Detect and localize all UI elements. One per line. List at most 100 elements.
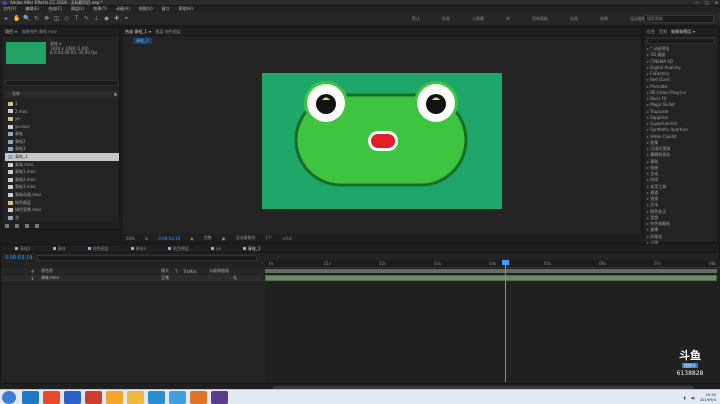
taskbar-app-icon[interactable] xyxy=(22,391,39,404)
col-trkmat[interactable]: TrkMat xyxy=(183,269,209,274)
project-item[interactable]: 青蛙2 xyxy=(5,138,119,146)
layer-mode[interactable]: 正常 xyxy=(161,275,201,281)
project-item[interactable]: 青蛙2.mov xyxy=(5,176,119,184)
delete-icon[interactable] xyxy=(35,223,39,228)
project-item[interactable]: 龙 xyxy=(5,214,119,222)
time-ruler[interactable]: 0s 01s 02s 03s 04s 05s 06s 07s 08s xyxy=(265,260,720,268)
tool-icon[interactable]: ◆ xyxy=(103,15,110,22)
taskbar-app-icon[interactable] xyxy=(85,391,102,404)
tool-icon[interactable]: ⊥ xyxy=(93,15,100,22)
timeline-tab[interactable]: 纯色图层 xyxy=(87,246,109,252)
project-item[interactable]: ye xyxy=(5,115,119,123)
project-item[interactable]: 1 xyxy=(5,100,119,108)
col-number[interactable]: # xyxy=(31,269,41,274)
sort-icon[interactable]: ▲ xyxy=(114,91,117,97)
effects-tab[interactable]: 信息 xyxy=(647,29,655,35)
viewer-tab[interactable]: 合成 青蛙_1 ≡ xyxy=(125,29,151,35)
project-item[interactable]: 青蛙1.mov xyxy=(5,168,119,176)
effects-tab[interactable]: 音频 xyxy=(659,29,667,35)
interpret-footage-icon[interactable] xyxy=(5,223,9,228)
project-item[interactable]: 青蛙3 xyxy=(5,146,119,154)
viewer-control[interactable]: ⊞ xyxy=(145,236,148,241)
viewer-control[interactable]: 1个 xyxy=(265,235,272,241)
project-item[interactable]: 纯色图层 xyxy=(5,199,119,207)
project-item[interactable]: ye.mov xyxy=(5,123,119,131)
tool-icon[interactable]: ✎ xyxy=(83,15,90,22)
viewer-control[interactable]: ◉ xyxy=(190,236,194,241)
tool-icon[interactable]: ✥ xyxy=(43,15,50,22)
work-area-bar[interactable] xyxy=(265,269,717,273)
viewer-control[interactable]: 活动摄像机 xyxy=(235,235,255,241)
viewer-control[interactable]: 0:00:03:19 xyxy=(158,236,180,241)
taskbar-app-icon[interactable] xyxy=(43,391,60,404)
playhead[interactable] xyxy=(505,260,506,382)
clock[interactable]: 10:32 2019/9/4 xyxy=(700,393,716,403)
taskbar-app-icon[interactable] xyxy=(190,391,207,404)
taskbar-app-icon[interactable] xyxy=(64,391,81,404)
workspace-tab[interactable]: 库 xyxy=(506,16,510,22)
project-item[interactable]: 青蛙.mov xyxy=(5,161,119,169)
taskbar-app-icon[interactable] xyxy=(148,391,165,404)
project-tab[interactable]: 项目 ≡ xyxy=(5,29,18,35)
timeline-track-area[interactable]: 0s 01s 02s 03s 04s 05s 06s 07s 08s xyxy=(265,260,720,382)
current-timecode[interactable]: 0:00:03:19 xyxy=(5,255,32,261)
taskbar-app-icon[interactable] xyxy=(169,391,186,404)
workspace-tab[interactable]: 效果 xyxy=(600,16,608,22)
viewer-tab[interactable]: 图层 纯色图层 xyxy=(155,29,180,35)
layer-name[interactable]: 青蛙.mov xyxy=(41,275,121,281)
taskbar-app-icon[interactable] xyxy=(127,391,144,404)
project-column-header[interactable]: 名称 ▲ xyxy=(5,91,119,97)
start-button[interactable] xyxy=(2,391,16,404)
taskbar-app-icon[interactable] xyxy=(106,391,123,404)
workspace-tab[interactable]: 默认 xyxy=(412,16,420,22)
help-search-input[interactable]: 搜索帮助 xyxy=(644,15,714,23)
tool-icon[interactable]: ✋ xyxy=(13,15,20,22)
project-item[interactable]: 青蛙 xyxy=(5,130,119,138)
project-item[interactable]: 2.mov xyxy=(5,108,119,116)
timeline-tab[interactable]: ye xyxy=(211,246,221,251)
new-comp-icon[interactable] xyxy=(25,223,29,228)
col-source-name[interactable]: 源名称 xyxy=(41,268,121,274)
timeline-tab[interactable]: 青蛙_1 xyxy=(242,246,260,252)
project-item[interactable]: 绿色背景.mov xyxy=(5,206,119,214)
project-item[interactable]: 青蛙_1 xyxy=(5,153,119,161)
workspace-tab[interactable]: 动画 xyxy=(570,16,578,22)
project-search-input[interactable] xyxy=(5,80,119,86)
project-tab[interactable]: 效果控件 青蛙.mov xyxy=(22,29,57,35)
volume-icon[interactable]: ◀) xyxy=(691,396,695,400)
tool-icon[interactable]: ◇ xyxy=(63,15,70,22)
timeline-search-input[interactable] xyxy=(37,255,257,261)
comp-breadcrumb[interactable]: 青蛙_1 xyxy=(133,38,152,44)
effects-tab[interactable]: 效果和预设 ≡ xyxy=(671,29,696,35)
viewer-control[interactable]: ▣ xyxy=(222,236,226,241)
project-item[interactable]: 青蛙动画.mov xyxy=(5,191,119,199)
timeline-tab[interactable]: 青蛙2 xyxy=(15,246,31,252)
comp-canvas[interactable] xyxy=(262,73,502,209)
col-parent[interactable]: 父级和链接 xyxy=(209,268,229,274)
viewer-control[interactable]: 完整 xyxy=(204,235,212,241)
playhead-handle[interactable] xyxy=(502,260,509,265)
layer-parent[interactable]: 无 xyxy=(233,275,237,281)
layer-row[interactable]: 1 青蛙.mov 正常 无 xyxy=(1,275,263,281)
viewer-control[interactable]: 50% xyxy=(126,236,135,241)
workspace-tab[interactable]: 所有面板 xyxy=(532,16,548,22)
timeline-tab[interactable]: 青蛙3 xyxy=(130,246,146,252)
tool-icon[interactable]: ↻ xyxy=(33,15,40,22)
col-t[interactable]: T xyxy=(175,269,183,274)
workspace-tab[interactable]: 标准 xyxy=(442,16,450,22)
taskbar-app-icon[interactable] xyxy=(211,391,228,404)
new-folder-icon[interactable] xyxy=(15,223,19,228)
effects-search-input[interactable] xyxy=(647,38,715,44)
tool-icon[interactable]: 🔍 xyxy=(23,15,30,22)
tool-icon[interactable]: ▸ xyxy=(3,15,10,22)
workspace-tab[interactable]: 小屏幕 xyxy=(472,16,484,22)
network-icon[interactable]: ▮ xyxy=(684,396,686,400)
tool-icon[interactable]: ⌖ xyxy=(123,15,130,22)
tool-icon[interactable]: ✚ xyxy=(113,15,120,22)
timeline-tab[interactable]: 青蛙 xyxy=(52,246,66,252)
timeline-tab[interactable]: 纯色图层 xyxy=(168,246,189,252)
viewer-control[interactable]: +0.0 xyxy=(282,236,292,241)
col-mode[interactable]: 模式 xyxy=(161,268,175,274)
layer-duration-bar[interactable] xyxy=(265,275,717,281)
tool-icon[interactable]: T xyxy=(73,15,80,22)
